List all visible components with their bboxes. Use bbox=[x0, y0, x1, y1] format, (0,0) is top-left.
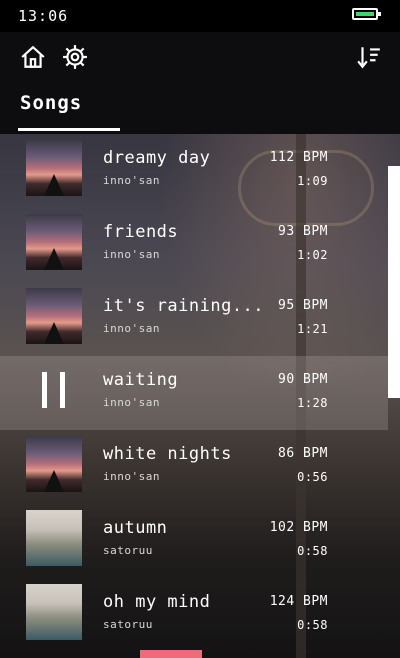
song-bpm: 93 BPM bbox=[278, 224, 328, 239]
album-thumbnail bbox=[26, 140, 82, 196]
album-thumbnail bbox=[26, 510, 82, 566]
album-thumbnail bbox=[26, 436, 82, 492]
song-title: white nights bbox=[103, 444, 232, 464]
song-duration: 1:28 bbox=[297, 396, 328, 410]
sort-icon[interactable] bbox=[356, 44, 382, 70]
top-toolbar bbox=[0, 32, 400, 134]
song-duration: 0:56 bbox=[297, 470, 328, 484]
battery-tip bbox=[378, 12, 381, 16]
scrollbar[interactable] bbox=[388, 166, 400, 398]
gear-icon-graphic bbox=[63, 45, 87, 69]
song-title: dreamy day bbox=[103, 148, 211, 168]
home-icon-graphic bbox=[21, 45, 45, 68]
status-bar: 13:06 bbox=[0, 0, 400, 32]
song-duration: 1:09 bbox=[297, 174, 328, 188]
gear-icon[interactable] bbox=[62, 44, 88, 70]
battery-icon bbox=[352, 8, 381, 20]
song-duration: 0:58 bbox=[297, 618, 328, 632]
song-artist: satoruu bbox=[103, 618, 153, 631]
song-row[interactable]: friends inno'san 93 BPM 1:02 bbox=[0, 208, 388, 282]
song-artist: satoruu bbox=[103, 544, 153, 557]
battery-level bbox=[356, 12, 374, 16]
pause-bar bbox=[60, 372, 65, 408]
song-title: waiting bbox=[103, 370, 179, 390]
song-bpm: 86 BPM bbox=[278, 446, 328, 461]
song-duration: 0:58 bbox=[297, 544, 328, 558]
pause-bar bbox=[42, 372, 47, 408]
song-artist: inno'san bbox=[103, 248, 160, 261]
song-bpm: 95 BPM bbox=[278, 298, 328, 313]
song-artist: inno'san bbox=[103, 322, 160, 335]
song-row[interactable]: autumn satoruu 102 BPM 0:58 bbox=[0, 504, 388, 578]
album-thumbnail bbox=[26, 288, 82, 344]
song-bpm: 112 BPM bbox=[269, 150, 328, 165]
song-artist: inno'san bbox=[103, 470, 160, 483]
thumbnail-silhouette bbox=[44, 470, 64, 492]
song-artist: inno'san bbox=[103, 396, 160, 409]
song-bpm: 124 BPM bbox=[269, 594, 328, 609]
clock: 13:06 bbox=[18, 7, 69, 25]
song-row[interactable]: dreamy day inno'san 112 BPM 1:09 bbox=[0, 134, 388, 208]
song-artist: inno'san bbox=[103, 174, 160, 187]
song-row[interactable]: it's raining... inno'san 95 BPM 1:21 bbox=[0, 282, 388, 356]
thumbnail-silhouette bbox=[44, 248, 64, 270]
song-bpm: 102 BPM bbox=[269, 520, 328, 535]
tab-songs-underline bbox=[18, 128, 120, 131]
home-icon[interactable] bbox=[20, 44, 46, 70]
song-title: autumn bbox=[103, 518, 168, 538]
song-title: it's raining... bbox=[103, 296, 265, 316]
song-duration: 1:02 bbox=[297, 248, 328, 262]
song-title: friends bbox=[103, 222, 179, 242]
album-thumbnail bbox=[26, 584, 82, 640]
album-thumbnail bbox=[26, 214, 82, 270]
tab-songs[interactable]: Songs bbox=[20, 92, 82, 114]
thumbnail-silhouette bbox=[44, 322, 64, 344]
song-row[interactable]: white nights inno'san 86 BPM 0:56 bbox=[0, 430, 388, 504]
song-title: oh my mind bbox=[103, 592, 211, 612]
pause-icon[interactable] bbox=[26, 362, 82, 418]
song-row[interactable]: waiting inno'san 90 BPM 1:28 bbox=[0, 356, 388, 430]
now-playing-indicator[interactable] bbox=[140, 650, 202, 658]
thumbnail-silhouette bbox=[44, 174, 64, 196]
sort-icon-graphic bbox=[357, 47, 380, 69]
song-bpm: 90 BPM bbox=[278, 372, 328, 387]
song-duration: 1:21 bbox=[297, 322, 328, 336]
song-list: dreamy day inno'san 112 BPM 1:09 friends inno… bbox=[0, 134, 388, 654]
song-row[interactable]: oh my mind satoruu 124 BPM 0:58 bbox=[0, 578, 388, 652]
